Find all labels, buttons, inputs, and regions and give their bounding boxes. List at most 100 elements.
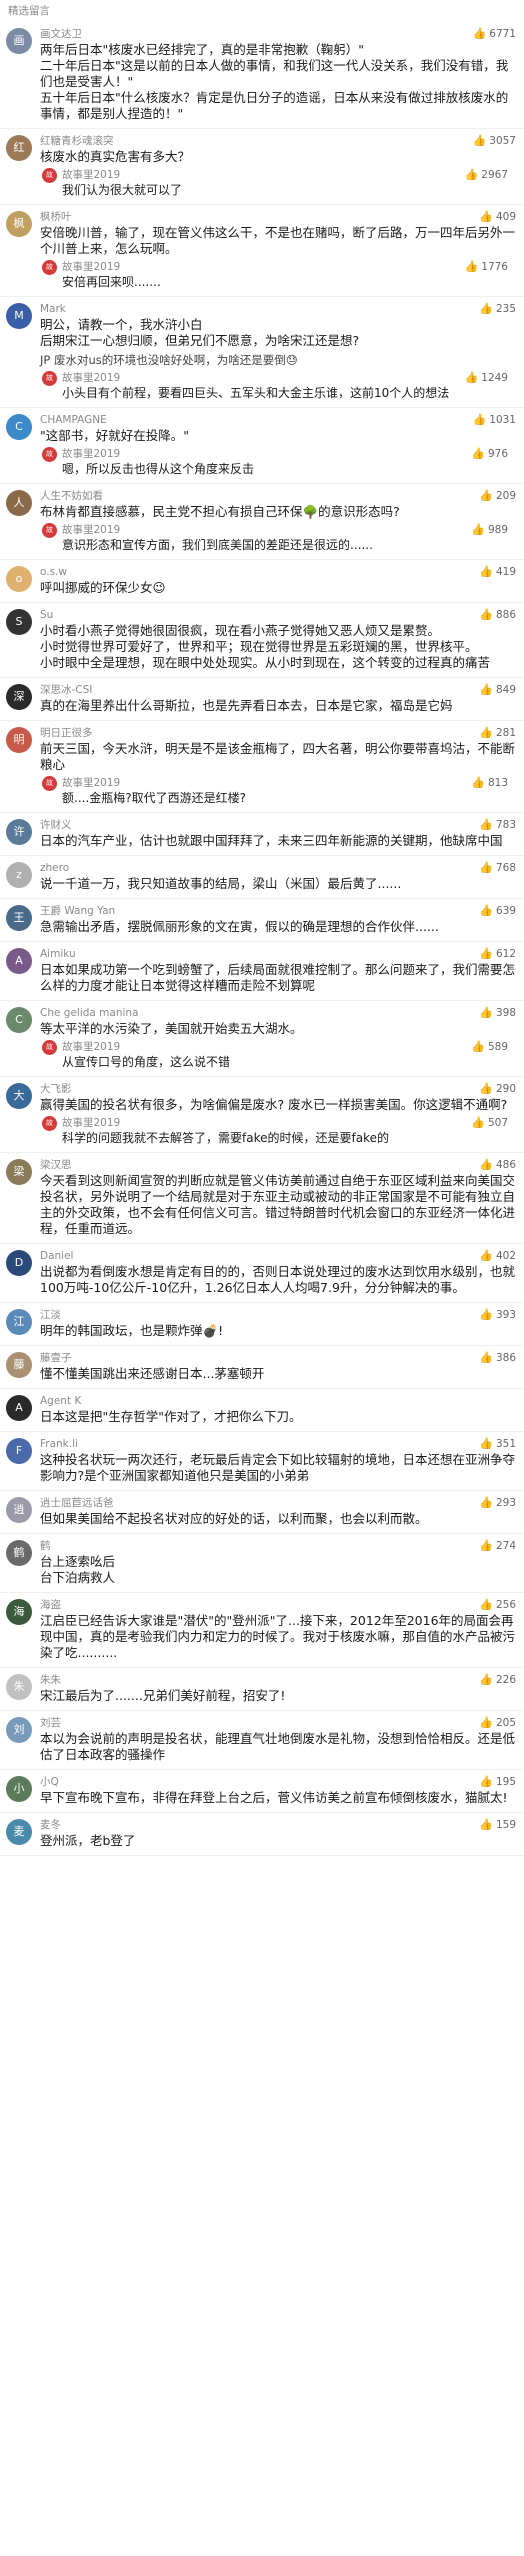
author-name[interactable]: 故事里2019 [62, 260, 516, 274]
avatar[interactable]: 麦 [6, 1819, 32, 1845]
commenter-name[interactable]: 鹤 [40, 1539, 516, 1553]
commenter-name[interactable]: 朱朱 [40, 1673, 516, 1687]
like-button[interactable]: 👍 290 [479, 1082, 516, 1095]
like-button[interactable]: 👍 235 [479, 302, 516, 315]
avatar[interactable]: z [6, 862, 32, 888]
avatar[interactable]: A [6, 1395, 32, 1421]
like-button[interactable]: 👍 209 [479, 489, 516, 502]
avatar[interactable]: 藤 [6, 1352, 32, 1378]
like-button[interactable]: 👍 639 [479, 904, 516, 917]
commenter-name[interactable]: o.s.w [40, 565, 516, 579]
like-button[interactable]: 👍 281 [479, 726, 516, 739]
commenter-name[interactable]: Daniel [40, 1249, 516, 1263]
like-button[interactable]: 👍 612 [479, 947, 516, 960]
like-button[interactable]: 👍 813 [471, 776, 508, 789]
avatar[interactable]: 枫 [6, 211, 32, 237]
like-button[interactable]: 👍 293 [479, 1496, 516, 1509]
commenter-name[interactable]: 藤壹子 [40, 1351, 516, 1365]
avatar[interactable]: 王 [6, 905, 32, 931]
avatar[interactable]: 梁 [6, 1159, 32, 1185]
avatar[interactable]: 海 [6, 1599, 32, 1625]
like-button[interactable]: 👍 1776 [465, 260, 508, 273]
avatar[interactable]: 大 [6, 1083, 32, 1109]
commenter-name[interactable]: 深思冰-CSI [40, 683, 516, 697]
commenter-name[interactable]: 海盗 [40, 1598, 516, 1612]
like-button[interactable]: 👍 393 [479, 1308, 516, 1321]
commenter-name[interactable]: 明日正很多 [40, 726, 516, 740]
author-avatar[interactable]: 故 [42, 260, 57, 275]
avatar[interactable]: S [6, 609, 32, 635]
commenter-name[interactable]: 红糖青杉魂滚突 [40, 134, 516, 148]
avatar[interactable]: 小 [6, 1776, 32, 1802]
commenter-name[interactable]: 逍士屈苣远话爸 [40, 1496, 516, 1510]
avatar[interactable]: 朱 [6, 1674, 32, 1700]
avatar[interactable]: A [6, 948, 32, 974]
commenter-name[interactable]: 江淡 [40, 1308, 516, 1322]
commenter-name[interactable]: Agent K [40, 1394, 516, 1408]
like-button[interactable]: 👍 351 [479, 1437, 516, 1450]
author-name[interactable]: 故事里2019 [62, 523, 516, 537]
commenter-name[interactable]: Su [40, 608, 516, 622]
like-button[interactable]: 👍 386 [479, 1351, 516, 1364]
avatar[interactable]: 人 [6, 490, 32, 516]
commenter-name[interactable]: 画文达卫 [40, 27, 516, 41]
commenter-name[interactable]: 大飞影 [40, 1082, 516, 1096]
like-button[interactable]: 👍 989 [471, 523, 508, 536]
like-button[interactable]: 👍 3057 [473, 134, 516, 147]
like-button[interactable]: 👍 195 [479, 1775, 516, 1788]
author-name[interactable]: 故事里2019 [62, 371, 516, 385]
avatar[interactable]: 深 [6, 684, 32, 710]
like-button[interactable]: 👍 768 [479, 861, 516, 874]
like-button[interactable]: 👍 2967 [465, 168, 508, 181]
commenter-name[interactable]: 王爵 Wang Yan [40, 904, 516, 918]
avatar[interactable]: o [6, 566, 32, 592]
like-button[interactable]: 👍 398 [479, 1006, 516, 1019]
commenter-name[interactable]: 梁汉思 [40, 1158, 516, 1172]
commenter-name[interactable]: 麦冬 [40, 1818, 516, 1832]
avatar[interactable]: C [6, 1007, 32, 1033]
like-button[interactable]: 👍 783 [479, 818, 516, 831]
like-button[interactable]: 👍 409 [479, 210, 516, 223]
like-button[interactable]: 👍 507 [471, 1116, 508, 1129]
like-button[interactable]: 👍 159 [479, 1818, 516, 1831]
avatar[interactable]: 江 [6, 1309, 32, 1335]
like-button[interactable]: 👍 1031 [473, 413, 516, 426]
author-avatar[interactable]: 故 [42, 371, 57, 386]
commenter-name[interactable]: 刘芸 [40, 1716, 516, 1730]
like-button[interactable]: 👍 589 [471, 1040, 508, 1053]
author-avatar[interactable]: 故 [42, 523, 57, 538]
commenter-name[interactable]: Che gelida manina [40, 1006, 516, 1020]
commenter-name[interactable]: 许财义 [40, 818, 516, 832]
like-button[interactable]: 👍 486 [479, 1158, 516, 1171]
author-avatar[interactable]: 故 [42, 776, 57, 791]
avatar[interactable]: 红 [6, 135, 32, 161]
author-avatar[interactable]: 故 [42, 168, 57, 183]
avatar[interactable]: D [6, 1250, 32, 1276]
author-name[interactable]: 故事里2019 [62, 447, 516, 461]
avatar[interactable]: 刘 [6, 1717, 32, 1743]
commenter-name[interactable]: 枫桥叶 [40, 210, 516, 224]
like-button[interactable]: 👍 402 [479, 1249, 516, 1262]
commenter-name[interactable]: 小Q [40, 1775, 516, 1789]
commenter-name[interactable]: Mark [40, 302, 516, 316]
author-name[interactable]: 故事里2019 [62, 168, 516, 182]
avatar[interactable]: 画 [6, 28, 32, 54]
like-button[interactable]: 👍 886 [479, 608, 516, 621]
like-button[interactable]: 👍 256 [479, 1598, 516, 1611]
author-name[interactable]: 故事里2019 [62, 1116, 516, 1130]
like-button[interactable]: 👍 6771 [473, 27, 516, 40]
author-avatar[interactable]: 故 [42, 1116, 57, 1131]
author-name[interactable]: 故事里2019 [62, 776, 516, 790]
commenter-name[interactable]: zhero [40, 861, 516, 875]
avatar[interactable]: 明 [6, 727, 32, 753]
author-name[interactable]: 故事里2019 [62, 1040, 516, 1054]
avatar[interactable]: M [6, 303, 32, 329]
avatar[interactable]: 鹤 [6, 1540, 32, 1566]
like-button[interactable]: 👍 976 [471, 447, 508, 460]
like-button[interactable]: 👍 205 [479, 1716, 516, 1729]
author-avatar[interactable]: 故 [42, 447, 57, 462]
like-button[interactable]: 👍 419 [479, 565, 516, 578]
commenter-name[interactable]: Frank.li [40, 1437, 516, 1451]
like-button[interactable]: 👍 226 [479, 1673, 516, 1686]
avatar[interactable]: 逍 [6, 1497, 32, 1523]
